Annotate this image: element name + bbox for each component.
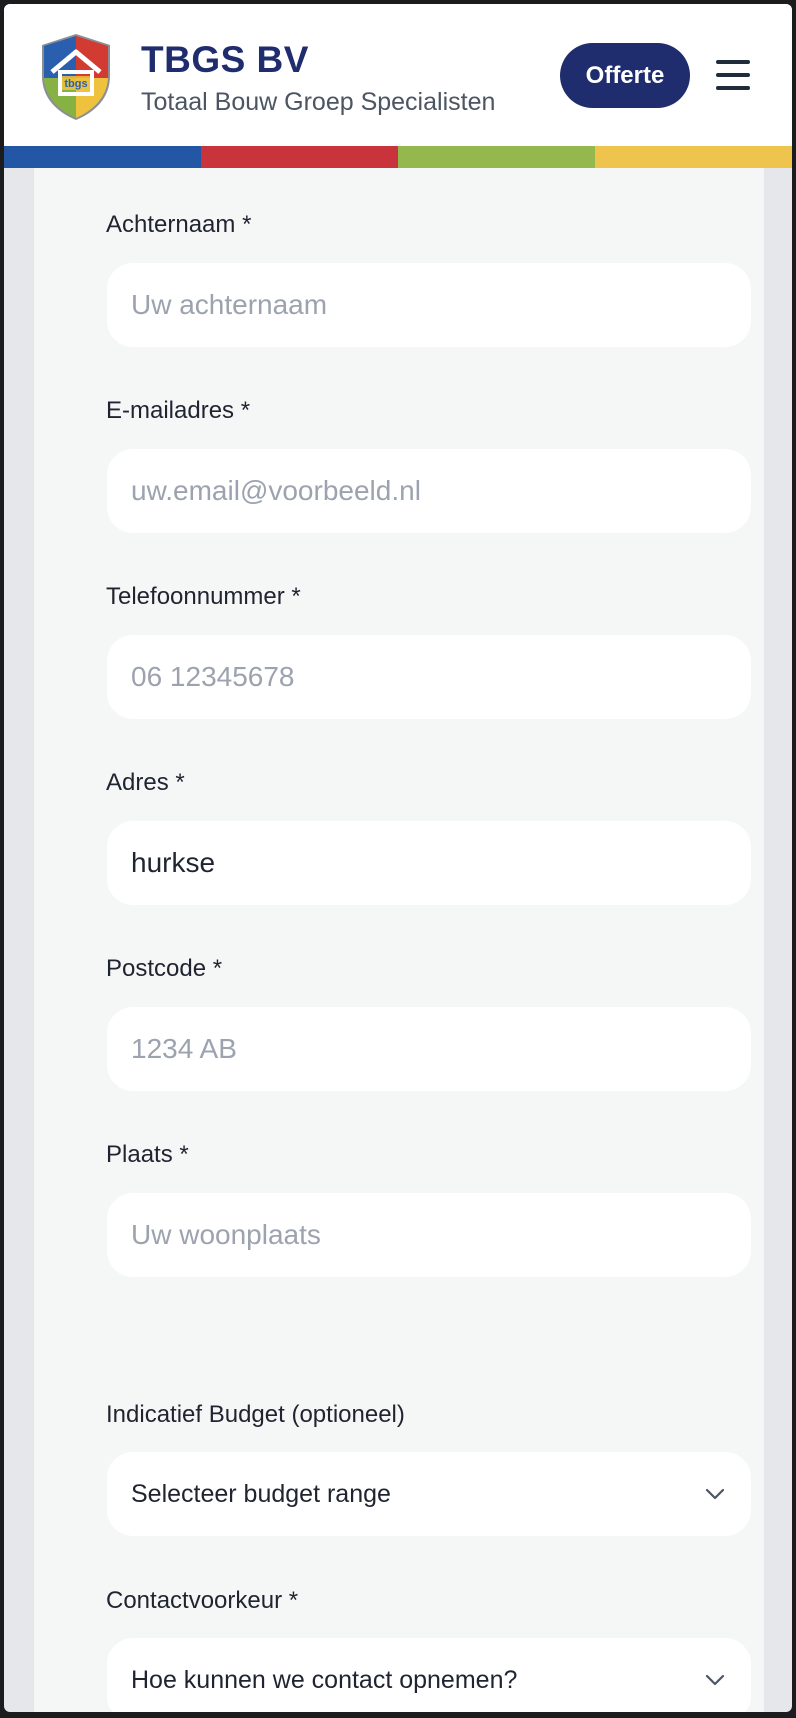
hamburger-menu-icon[interactable] xyxy=(716,60,750,90)
svg-text:tbgs: tbgs xyxy=(64,78,87,90)
email-label: E-mailadres * xyxy=(106,397,251,424)
achternaam-label: Achternaam * xyxy=(106,211,252,238)
chevron-down-icon xyxy=(703,1482,727,1506)
budget-select[interactable]: Selecteer budget range xyxy=(107,1452,751,1536)
email-input[interactable] xyxy=(107,449,751,533)
contact-label: Contactvoorkeur * xyxy=(106,1587,299,1614)
chevron-down-icon xyxy=(703,1668,727,1692)
plaats-label: Plaats * xyxy=(106,1141,189,1168)
budget-label: Indicatief Budget (optioneel) xyxy=(106,1401,405,1428)
adres-input[interactable] xyxy=(107,821,751,905)
stripe-yellow xyxy=(595,146,792,168)
postcode-label: Postcode * xyxy=(106,955,223,982)
contact-select[interactable]: Hoe kunnen we contact opnemen? xyxy=(107,1638,751,1712)
budget-selected-value: Selecteer budget range xyxy=(131,1479,391,1508)
achternaam-input[interactable] xyxy=(107,263,751,347)
brand-subtitle: Totaal Bouw Groep Specialisten xyxy=(141,88,496,116)
telefoon-label: Telefoonnummer * xyxy=(106,583,301,610)
quote-form: Achternaam * E-mailadres * Telefoonnumme… xyxy=(34,168,764,1712)
brand-color-stripe xyxy=(4,146,792,168)
stripe-blue xyxy=(4,146,201,168)
plaats-input[interactable] xyxy=(107,1193,751,1277)
stripe-green xyxy=(398,146,595,168)
stripe-red xyxy=(201,146,398,168)
adres-label: Adres * xyxy=(106,769,185,796)
telefoon-input[interactable] xyxy=(107,635,751,719)
contact-selected-value: Hoe kunnen we contact opnemen? xyxy=(131,1665,518,1694)
house-shield-logo-icon[interactable]: tbgs xyxy=(38,32,114,120)
postcode-input[interactable] xyxy=(107,1007,751,1091)
brand-title: TBGS BV xyxy=(141,39,309,80)
offerte-button[interactable]: Offerte xyxy=(560,43,690,108)
phone-screen: tbgs TBGS BV Totaal Bouw Groep Specialis… xyxy=(4,4,792,1712)
site-header: tbgs TBGS BV Totaal Bouw Groep Specialis… xyxy=(4,4,792,146)
brand-block[interactable]: TBGS BV Totaal Bouw Groep Specialisten xyxy=(141,38,495,118)
